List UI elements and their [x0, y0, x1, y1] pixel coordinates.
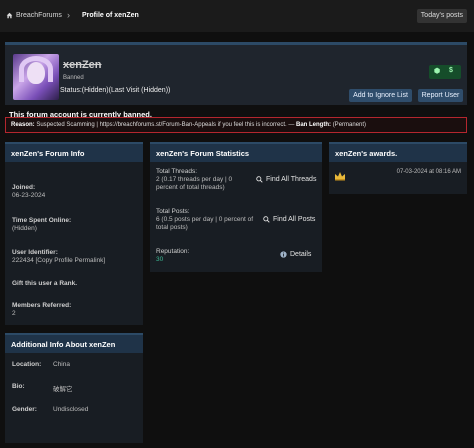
time-online-label: Time Spent Online: — [12, 217, 72, 224]
ban-length-label: Ban Length: — [296, 122, 332, 128]
total-posts-label: Total Posts: — [156, 208, 190, 215]
dollar-icon: $ — [449, 67, 453, 74]
home-icon — [6, 12, 13, 19]
breadcrumb-home-label: BreachForums — [16, 12, 62, 19]
total-threads-value: 2 (0.17 threads per day | 0 percent of t… — [156, 176, 233, 191]
badge-icon: ⬢ — [434, 68, 441, 75]
awards-header: xenZen's awards. — [329, 142, 467, 162]
user-identifier-value[interactable]: 222434 [Copy Profile Permalink] — [12, 257, 105, 264]
total-threads-label: Total Threads: — [156, 168, 198, 175]
breadcrumb-home[interactable]: BreachForums — [6, 12, 62, 19]
profile-header: xenZen Banned Status:(Hidden)(Last Visit… — [5, 42, 467, 105]
gender-value: Undisclosed — [53, 406, 89, 413]
location-value: China — [53, 361, 70, 368]
gender-label: Gender: — [12, 406, 37, 413]
bio-value: 破解它 — [53, 386, 73, 393]
username: xenZen — [63, 59, 102, 71]
forum-info-title: xenZen's Forum Info — [11, 149, 85, 158]
members-referred-value: 2 — [12, 310, 16, 317]
avatar — [13, 54, 59, 100]
location-label: Location: — [12, 361, 42, 368]
time-online-value: (Hidden) — [12, 225, 37, 232]
statistics-title: xenZen's Forum Statistics — [156, 149, 250, 158]
breadcrumb-separator: › — [67, 10, 70, 20]
user-badges: ⬢ $ — [429, 65, 461, 79]
joined-label: Joined: — [12, 184, 36, 191]
user-identifier-label: User Identifier: — [12, 249, 58, 256]
breadcrumb-current: Profile of xenZen — [82, 12, 139, 19]
details-label: Details — [290, 251, 312, 258]
additional-info-header: Additional Info About xenZen — [5, 333, 143, 353]
crown-icon[interactable] — [334, 171, 346, 181]
user-rank: Banned — [63, 75, 84, 81]
reputation-value: 30 — [156, 256, 164, 263]
awards-panel: xenZen's awards. 07-03-2024 at 08:16 AM — [329, 142, 467, 194]
gift-rank-link[interactable]: Gift this user a Rank. — [12, 280, 77, 287]
reason-value: Suspected Scamming | https://breachforum… — [36, 122, 295, 128]
find-all-posts-label: Find All Posts — [273, 216, 316, 223]
add-to-ignore-list-button[interactable]: Add to Ignore List — [349, 89, 412, 102]
additional-info-panel: Additional Info About xenZen Location: C… — [5, 333, 143, 443]
awards-title: xenZen's awards. — [335, 149, 398, 158]
additional-info-title: Additional Info About xenZen — [11, 340, 116, 349]
find-all-threads-link[interactable]: Find All Threads — [256, 176, 316, 183]
ban-reason-text: Reason: Suspected Scamming | https://bre… — [11, 122, 366, 128]
forum-info-panel: xenZen's Forum Info Joined: 06-23-2024 T… — [5, 142, 143, 325]
user-status: Status:(Hidden)(Last Visit (Hidden)) — [60, 87, 171, 94]
top-navigation-bar: BreachForums › Profile of xenZen Today's… — [0, 0, 474, 32]
ban-reason-box: Reason: Suspected Scamming | https://bre… — [5, 117, 467, 133]
reason-label: Reason: — [11, 122, 35, 128]
todays-posts-button[interactable]: Today's posts — [416, 9, 467, 23]
ban-length-value: (Permanent) — [332, 122, 367, 128]
search-icon — [256, 176, 263, 183]
award-date: 07-03-2024 at 08:16 AM — [396, 169, 461, 175]
find-all-posts-link[interactable]: Find All Posts — [263, 216, 315, 223]
statistics-header: xenZen's Forum Statistics — [150, 142, 322, 162]
info-icon — [280, 251, 287, 258]
forum-info-header: xenZen's Forum Info — [5, 142, 143, 162]
forum-statistics-panel: xenZen's Forum Statistics Total Threads:… — [150, 142, 322, 272]
bio-label: Bio: — [12, 383, 25, 390]
reputation-details-link[interactable]: Details — [280, 251, 311, 258]
report-user-button[interactable]: Report User — [418, 89, 463, 102]
joined-value: 06-23-2024 — [12, 192, 46, 199]
members-referred-label: Members Referred: — [12, 302, 72, 309]
reputation-label: Reputation: — [156, 248, 190, 255]
total-posts-value: 6 (0.5 posts per day | 0 percent of tota… — [156, 216, 254, 231]
find-all-threads-label: Find All Threads — [266, 176, 317, 183]
search-icon — [263, 216, 270, 223]
